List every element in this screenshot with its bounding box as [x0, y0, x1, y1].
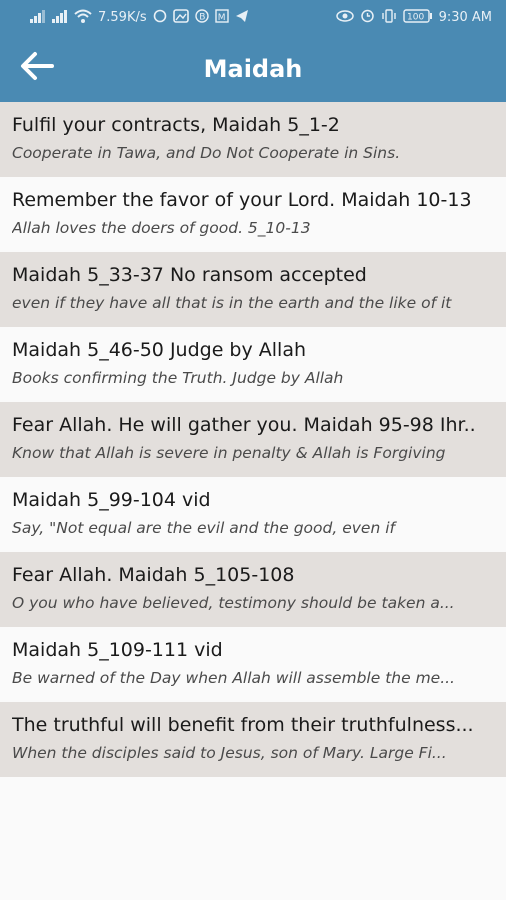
item-subtitle: Allah loves the doers of good. 5_10-13	[12, 219, 311, 237]
status-bar: 7.59K/s B M 100 9:30 AM	[0, 0, 506, 35]
item-title: Fear Allah. Maidah 5_105-108	[12, 564, 295, 586]
item-subtitle: Know that Allah is severe in penalty & A…	[12, 444, 446, 462]
list-item[interactable]: Maidah 5_46-50 Judge by Allah Books conf…	[0, 327, 506, 402]
wifi-icon	[74, 9, 92, 27]
item-title: Maidah 5_109-111 vid	[12, 639, 223, 661]
battery-level: 100	[407, 12, 424, 22]
app-bar: Maidah	[0, 35, 506, 102]
item-title: The truthful will benefit from their tru…	[12, 714, 474, 736]
list-item[interactable]: Maidah 5_99-104 vid Say, "Not equal are …	[0, 477, 506, 552]
item-subtitle: Books confirming the Truth. Judge by All…	[12, 369, 344, 387]
circle-icon	[153, 9, 167, 27]
list-item[interactable]: Fear Allah. He will gather you. Maidah 9…	[0, 402, 506, 477]
item-subtitle: Say, "Not equal are the evil and the goo…	[12, 519, 395, 537]
item-subtitle: When the disciples said to Jesus, son of…	[12, 744, 447, 762]
telegram-icon	[235, 9, 249, 27]
alarm-icon	[360, 8, 375, 27]
gallery-icon	[172, 8, 189, 27]
item-title: Fear Allah. He will gather you. Maidah 9…	[12, 414, 476, 436]
list-item[interactable]: Maidah 5_109-111 vid Be warned of the Da…	[0, 627, 506, 702]
item-subtitle: even if they have all that is in the ear…	[12, 294, 452, 312]
item-title: Maidah 5_33-37 No ransom accepted	[12, 264, 367, 286]
item-subtitle: Cooperate in Tawa, and Do Not Cooperate …	[12, 144, 401, 162]
item-subtitle: Be warned of the Day when Allah will ass…	[12, 669, 455, 687]
battery-icon: 100	[402, 8, 433, 27]
eye-icon	[335, 9, 354, 27]
item-title: Maidah 5_46-50 Judge by Allah	[12, 339, 307, 361]
list-item[interactable]: Maidah 5_33-37 No ransom accepted even i…	[0, 252, 506, 327]
item-title: Maidah 5_99-104 vid	[12, 489, 211, 511]
item-subtitle: O you who have believed, testimony shoul…	[12, 594, 455, 612]
svg-text:B: B	[199, 12, 205, 22]
back-button[interactable]	[18, 50, 56, 88]
item-title: Fulfil your contracts, Maidah 5_1-2	[12, 114, 340, 136]
list-item[interactable]: Remember the favor of your Lord. Maidah …	[0, 177, 506, 252]
list-item[interactable]: Fulfil your contracts, Maidah 5_1-2 Coop…	[0, 102, 506, 177]
status-time: 9:30 AM	[438, 10, 492, 25]
svg-text:M: M	[217, 13, 225, 23]
lesson-list: Fulfil your contracts, Maidah 5_1-2 Coop…	[0, 102, 506, 777]
list-item[interactable]: Fear Allah. Maidah 5_105-108 O you who h…	[0, 552, 506, 627]
signal-icon-2	[52, 9, 68, 27]
network-speed: 7.59K/s	[98, 10, 147, 25]
page-title: Maidah	[203, 54, 303, 83]
arrow-left-icon	[20, 51, 54, 86]
signal-icon	[30, 9, 46, 27]
m-icon: M	[214, 8, 229, 27]
vibrate-icon	[381, 8, 397, 27]
b-icon: B	[194, 8, 209, 27]
item-title: Remember the favor of your Lord. Maidah …	[12, 189, 472, 211]
list-item[interactable]: The truthful will benefit from their tru…	[0, 702, 506, 777]
